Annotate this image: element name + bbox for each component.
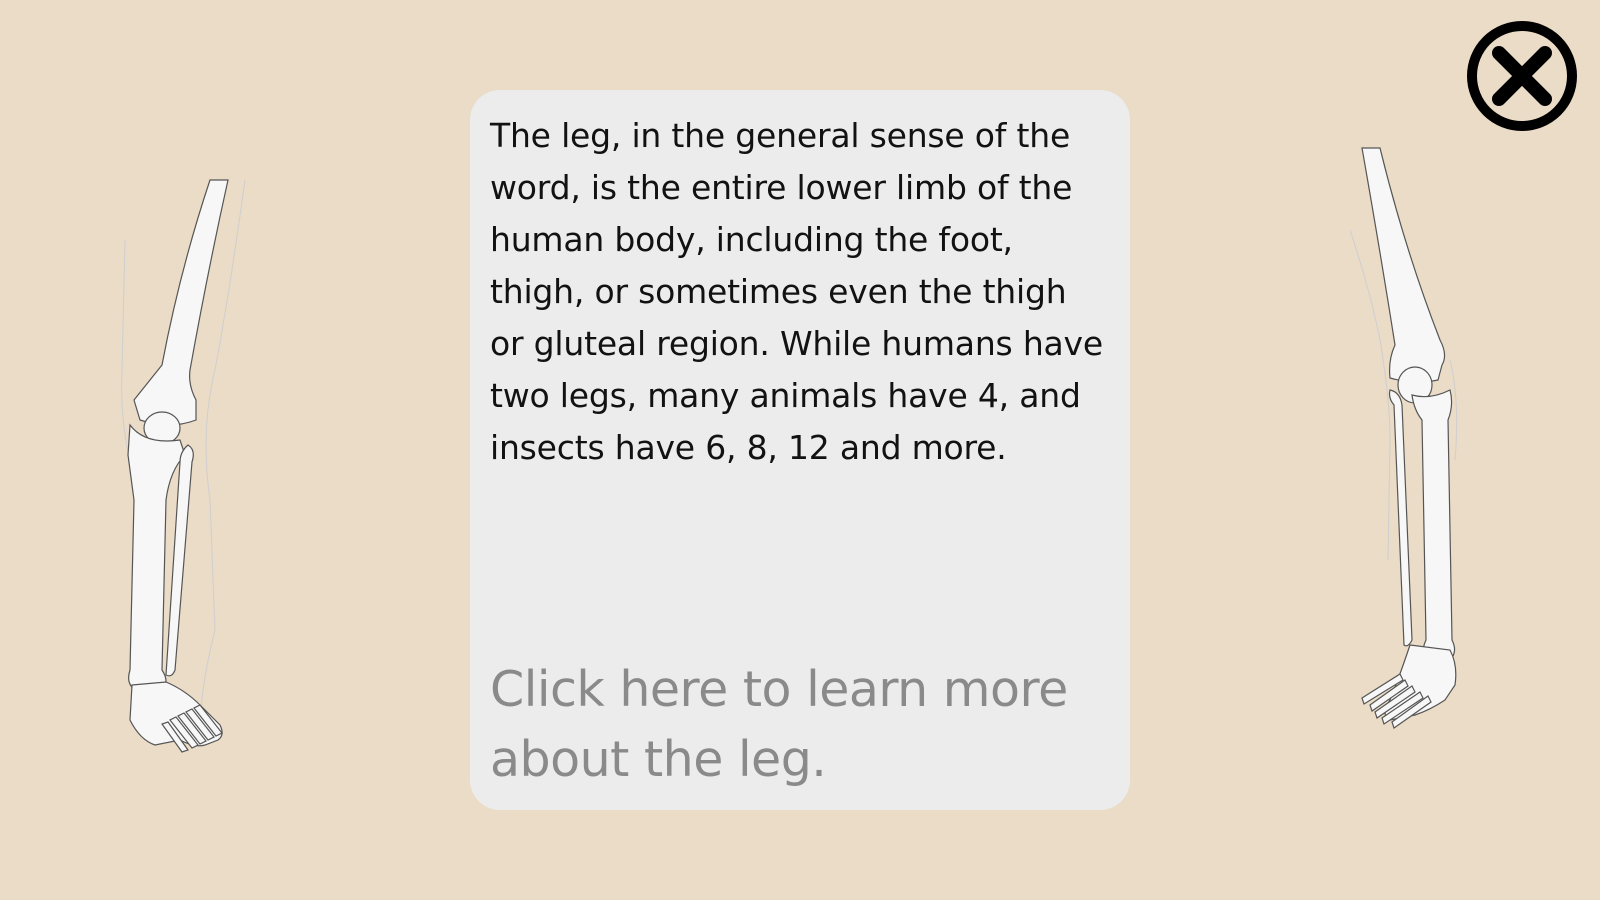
info-card: The leg, in the general sense of the wor… (470, 90, 1130, 810)
close-icon (1467, 21, 1577, 131)
leg-description-text: The leg, in the general sense of the wor… (490, 116, 1103, 467)
close-button[interactable] (1466, 20, 1578, 132)
leg-skeleton-illustration-left (121, 179, 246, 753)
leg-skeleton-illustration-right (1350, 147, 1458, 729)
learn-more-link[interactable]: Click here to learn more about the leg. (490, 655, 1090, 795)
